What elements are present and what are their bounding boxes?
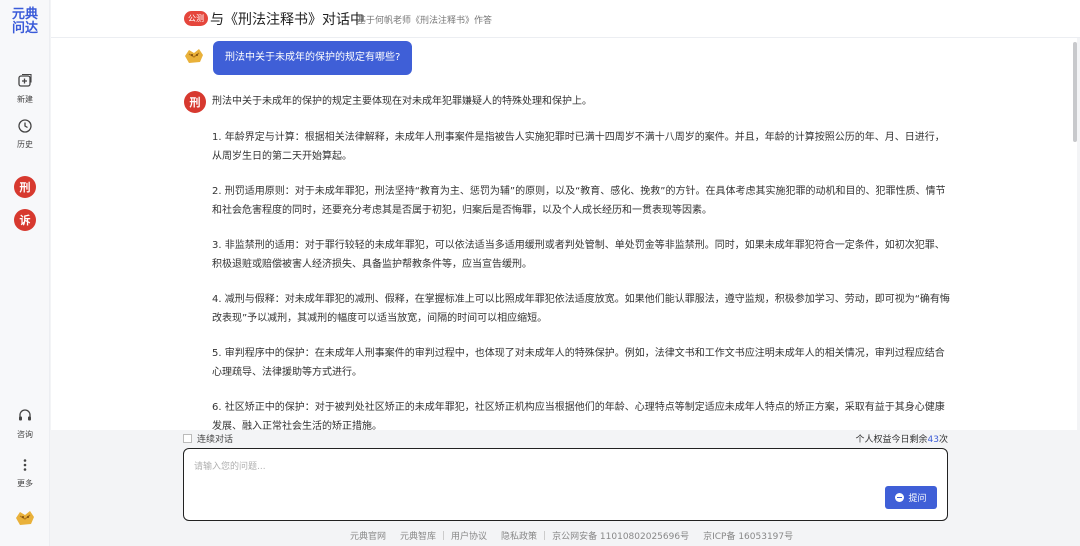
- history-label: 历史: [17, 140, 33, 149]
- answer-item: 4. 减刑与假释：对未成年罪犯的减刑、假释，在掌握标准上可以比照成年罪犯依法适度…: [212, 294, 950, 324]
- criminal-law-bot-avatar[interactable]: 刑: [14, 176, 36, 198]
- chat-scrollbar[interactable]: [1073, 42, 1077, 142]
- chat-area[interactable]: 刑法中关于未成年的保护的规定有哪些? 刑 刑法中关于未成年的保护的规定主要体现在…: [51, 38, 1077, 430]
- footer-link-privacy-policy[interactable]: 隐私政策: [494, 529, 544, 542]
- user-message-avatar-icon: [185, 49, 203, 63]
- answer-item: 3. 非监禁刑的适用：对于罪行较轻的未成年罪犯，可以依法适当多适用缓刑或者判处管…: [212, 240, 945, 270]
- footer-link-think-tank[interactable]: 元典智库: [393, 529, 443, 542]
- footer: 元典官网 元典智库 用户协议 隐私政策 京公网安备 11010802025696…: [51, 524, 1080, 546]
- history-button[interactable]: 历史: [5, 115, 45, 150]
- more-button[interactable]: 更多: [5, 454, 45, 489]
- answer-item: 2. 刑罚适用原则：对于未成年罪犯，刑法坚持“教育为主、惩罚为辅”的原则，以及“…: [212, 186, 946, 216]
- logo-line-1: 元典: [11, 7, 38, 22]
- quota-count: 43: [927, 435, 939, 445]
- continuous-chat-checkbox[interactable]: [183, 434, 192, 443]
- send-icon: [895, 493, 905, 502]
- footer-icp-record[interactable]: 京ICP备 16053197号: [696, 529, 800, 542]
- user-avatar-icon[interactable]: [14, 506, 36, 528]
- ask-button[interactable]: 提问: [885, 486, 937, 509]
- footer-link-user-agreement[interactable]: 用户协议: [444, 529, 494, 542]
- quota-prefix: 个人权益今日剩余: [855, 435, 928, 445]
- bot-message-avatar: 刑: [184, 91, 206, 113]
- new-chat-button[interactable]: 新建: [5, 70, 45, 105]
- more-vertical-icon: [14, 454, 36, 476]
- answer-item: 1. 年龄界定与计算：根据相关法律解释，未成年人刑事案件是指被告人实施犯罪时已满…: [212, 132, 945, 162]
- input-options: 连续对话 个人权益今日剩余43次: [183, 432, 948, 446]
- more-label: 更多: [17, 479, 33, 488]
- page-title: 与《刑法注释书》对话中: [210, 12, 364, 28]
- beta-badge: 公测: [184, 11, 208, 26]
- logo-line-2: 问达: [11, 21, 38, 36]
- new-chat-icon: [14, 70, 36, 92]
- question-input[interactable]: [194, 459, 934, 487]
- consult-button[interactable]: 咨询: [5, 405, 45, 440]
- new-chat-label: 新建: [17, 95, 33, 104]
- continuous-chat-label[interactable]: 连续对话: [197, 432, 233, 445]
- page-subtitle: 基于何帆老师《刑法注释书》作答: [357, 16, 493, 26]
- answer-item: 6. 社区矫正中的保护：对于被判处社区矫正的未成年罪犯，社区矫正机构应当根据他们…: [212, 402, 945, 430]
- daily-quota: 个人权益今日剩余43次: [856, 432, 948, 445]
- litigation-bot-avatar[interactable]: 诉: [14, 209, 36, 231]
- history-icon: [14, 115, 36, 137]
- question-input-container: 提问: [183, 448, 948, 521]
- answer-intro: 刑法中关于未成年的保护的规定主要体现在对未成年犯罪嫌疑人的特殊处理和保护上。: [212, 96, 592, 107]
- bot-answer: 刑法中关于未成年的保护的规定主要体现在对未成年犯罪嫌疑人的特殊处理和保护上。 1…: [212, 92, 952, 430]
- ask-button-label: 提问: [908, 494, 927, 504]
- sidebar: 元典 问达 新建 历史 刑 诉 咨询 更多: [0, 0, 50, 546]
- quota-suffix: 次: [938, 435, 948, 445]
- chat-header: 公测 与《刑法注释书》对话中 基于何帆老师《刑法注释书》作答: [51, 0, 1080, 38]
- consult-label: 咨询: [17, 430, 33, 439]
- app-logo[interactable]: 元典 问达: [6, 8, 44, 36]
- user-question-bubble: 刑法中关于未成年的保护的规定有哪些?: [213, 41, 413, 75]
- answer-item: 5. 审判程序中的保护：在未成年人刑事案件的审判过程中，也体现了对未成年人的特殊…: [212, 348, 945, 378]
- headset-icon: [14, 405, 36, 427]
- footer-link-official-site[interactable]: 元典官网: [343, 529, 393, 542]
- footer-public-security-record[interactable]: 京公网安备 11010802025696号: [545, 529, 696, 542]
